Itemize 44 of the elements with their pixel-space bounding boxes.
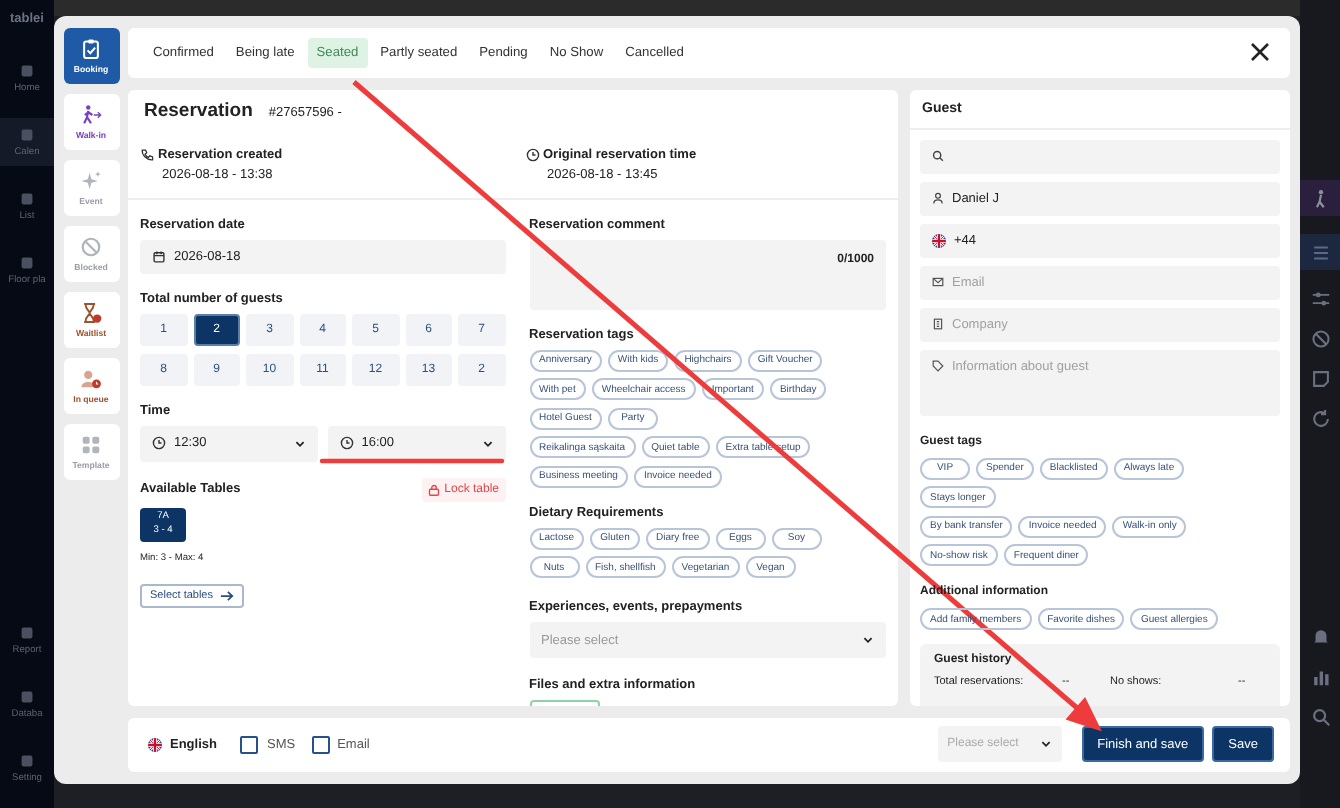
square-icon <box>18 62 36 80</box>
clock-icon <box>339 436 354 451</box>
blocked-icon[interactable] <box>1309 328 1331 350</box>
refresh-icon[interactable] <box>1309 408 1331 430</box>
square-icon <box>18 190 36 208</box>
person-clock-icon <box>80 368 102 390</box>
chevron-down-icon <box>862 634 874 647</box>
bell-icon[interactable] <box>1309 626 1331 648</box>
square-icon <box>18 752 36 770</box>
phone-icon <box>140 147 154 162</box>
flag-icon <box>148 737 162 752</box>
person-icon <box>932 192 944 205</box>
walking-person-icon <box>80 104 102 126</box>
building-icon <box>932 318 944 331</box>
calendar-icon <box>152 249 166 264</box>
tag-icon <box>932 359 944 372</box>
arrow-right-icon <box>219 590 233 603</box>
square-icon <box>18 688 36 706</box>
sparkles-icon <box>80 170 102 192</box>
sms-checkbox[interactable] <box>240 735 259 754</box>
chevron-down-icon <box>293 437 306 450</box>
grid-icon <box>80 434 102 456</box>
chevron-down-icon <box>481 437 493 450</box>
email-checkbox[interactable] <box>311 735 330 754</box>
note-icon[interactable] <box>1309 368 1331 390</box>
clock-icon <box>525 147 539 162</box>
square-icon <box>18 624 36 642</box>
sliders-icon[interactable] <box>1309 288 1331 310</box>
square-icon <box>18 126 36 144</box>
blocked-icon <box>80 236 102 258</box>
clock-icon <box>152 436 166 451</box>
bar-chart-icon[interactable] <box>1309 666 1331 688</box>
clipboard-check-icon <box>80 38 102 60</box>
chevron-down-icon <box>1039 738 1052 751</box>
search-icon <box>932 150 944 163</box>
square-icon <box>18 254 36 272</box>
search-icon[interactable] <box>1309 706 1331 728</box>
panel-title: Reservation <box>144 99 253 122</box>
envelope-icon <box>932 276 944 289</box>
search-field[interactable] <box>920 139 1280 174</box>
flag-icon <box>932 233 946 248</box>
lock-icon <box>428 483 441 496</box>
list-icon[interactable] <box>1309 241 1331 263</box>
hourglass-icon <box>80 302 102 324</box>
